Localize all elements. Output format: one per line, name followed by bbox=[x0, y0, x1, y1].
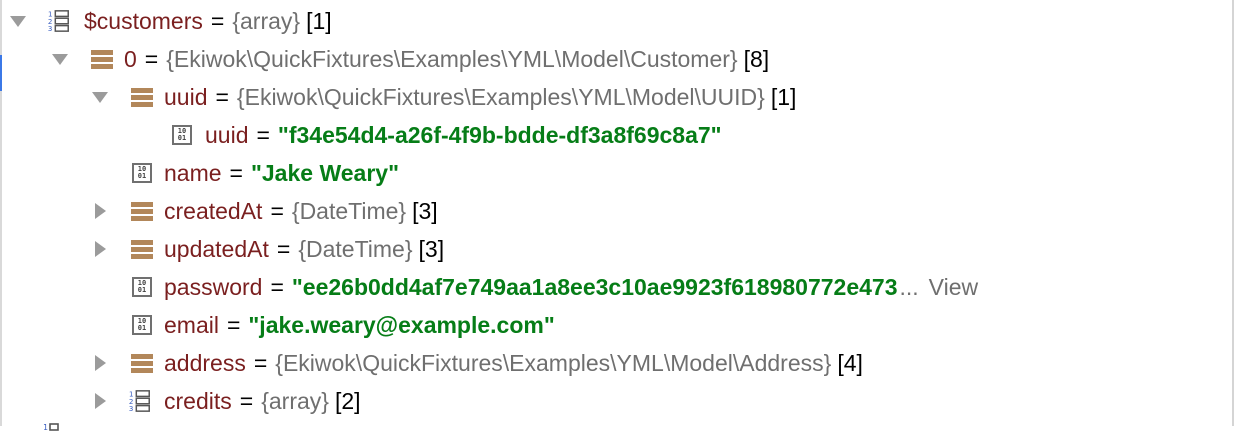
equals-sign: = bbox=[215, 83, 229, 110]
child-count: [3] bbox=[412, 197, 438, 224]
variable-label: name = "Jake Weary" bbox=[164, 160, 399, 187]
debugger-variables-tree: 1 2 3 $customers = {array} [1] 0 = {Ekiw… bbox=[0, 0, 1232, 420]
variable-label: uuid = "f34e54d4-a26f-4f9b-bdde-df3a8f69… bbox=[205, 122, 722, 149]
tree-row-uuid-object[interactable]: uuid = {Ekiwok\QuickFixtures\Examples\YM… bbox=[0, 78, 1232, 116]
svg-text:3: 3 bbox=[48, 24, 52, 33]
tree-row-customers[interactable]: 1 2 3 $customers = {array} [1] bbox=[0, 2, 1232, 40]
view-value-link[interactable]: View bbox=[929, 274, 978, 301]
array-icon: 1 2 3 bbox=[47, 9, 71, 33]
variable-type: {Ekiwok\QuickFixtures\Examples\YML\Model… bbox=[236, 83, 765, 110]
svg-text:3: 3 bbox=[129, 404, 133, 413]
variable-label: address = {Ekiwok\QuickFixtures\Examples… bbox=[164, 350, 863, 377]
primitive-icon: 10 01 bbox=[130, 161, 154, 185]
equals-sign: = bbox=[270, 273, 284, 300]
tree-row-email[interactable]: 10 01 email = "jake.weary@example.com" bbox=[0, 306, 1232, 344]
primitive-icon: 10 01 bbox=[170, 123, 194, 147]
variable-label: email = "jake.weary@example.com" bbox=[164, 312, 555, 339]
tree-row-customer-0[interactable]: 0 = {Ekiwok\QuickFixtures\Examples\YML\M… bbox=[0, 40, 1232, 78]
string-value: "ee26b0dd4af7e749aa1a8ee3c10ae9923f61898… bbox=[291, 273, 898, 300]
svg-text:1: 1 bbox=[43, 423, 48, 432]
primitive-icon: 10 01 bbox=[130, 275, 154, 299]
equals-sign: = bbox=[270, 197, 284, 224]
variable-name: $customers bbox=[84, 7, 203, 34]
variable-type: {Ekiwok\QuickFixtures\Examples\YML\Model… bbox=[166, 45, 738, 72]
object-icon bbox=[130, 237, 154, 261]
variable-name: name bbox=[164, 159, 222, 186]
variable-type: {DateTime} bbox=[291, 197, 407, 224]
tree-row-address[interactable]: address = {Ekiwok\QuickFixtures\Examples… bbox=[0, 344, 1232, 382]
variable-type: {DateTime} bbox=[298, 235, 413, 262]
triangle-right-icon[interactable] bbox=[91, 392, 109, 410]
variable-name: uuid bbox=[164, 83, 208, 110]
variable-type: {Ekiwok\QuickFixtures\Examples\YML\Model… bbox=[275, 349, 832, 376]
variable-name: address bbox=[164, 349, 246, 376]
equals-sign: = bbox=[256, 121, 270, 148]
variable-label: createdAt = {DateTime} [3] bbox=[164, 198, 438, 225]
primitive-icon: 10 01 bbox=[130, 313, 154, 337]
string-value: "jake.weary@example.com" bbox=[248, 311, 555, 338]
string-value: "Jake Weary" bbox=[250, 159, 399, 186]
child-count: [2] bbox=[334, 387, 361, 414]
equals-sign: = bbox=[276, 235, 291, 262]
variable-name: password bbox=[164, 273, 263, 300]
variable-type: {array} bbox=[232, 7, 301, 34]
variable-label: credits = {array} [2] bbox=[164, 388, 361, 415]
variable-label: 0 = {Ekiwok\QuickFixtures\Examples\YML\M… bbox=[124, 46, 769, 73]
variable-name: 0 bbox=[124, 45, 137, 72]
tree-row-createdat[interactable]: createdAt = {DateTime} [3] bbox=[0, 192, 1232, 230]
equals-sign: = bbox=[229, 159, 243, 186]
tree-row-uuid-value[interactable]: 10 01 uuid = "f34e54d4-a26f-4f9b-bdde-df3… bbox=[0, 116, 1232, 154]
triangle-down-icon[interactable] bbox=[51, 50, 69, 68]
triangle-down-icon[interactable] bbox=[91, 88, 109, 106]
tree-row-name[interactable]: 10 01 name = "Jake Weary" bbox=[0, 154, 1232, 192]
array-icon: 1 bbox=[30, 422, 60, 434]
variable-name: email bbox=[164, 311, 219, 338]
child-count: [1] bbox=[770, 83, 797, 110]
triangle-right-icon[interactable] bbox=[91, 240, 109, 258]
variable-name: credits bbox=[164, 387, 232, 414]
variable-label: uuid = {Ekiwok\QuickFixtures\Examples\YM… bbox=[164, 84, 796, 111]
equals-sign: = bbox=[253, 349, 268, 376]
truncation-ellipsis: ... bbox=[899, 273, 919, 300]
triangle-right-icon[interactable] bbox=[91, 202, 109, 220]
variable-label: password = "ee26b0dd4af7e749aa1a8ee3c10a… bbox=[164, 274, 978, 301]
variable-label: $customers = {array} [1] bbox=[84, 8, 332, 35]
variable-label: updatedAt = {DateTime} [3] bbox=[164, 236, 444, 263]
child-count: [1] bbox=[306, 7, 332, 34]
equals-sign: = bbox=[210, 7, 225, 34]
variable-name: uuid bbox=[205, 121, 249, 148]
equals-sign: = bbox=[144, 45, 159, 72]
equals-sign: = bbox=[239, 387, 254, 414]
tree-row-password[interactable]: 10 01 password = "ee26b0dd4af7e749aa1a8ee… bbox=[0, 268, 1232, 306]
triangle-down-icon[interactable] bbox=[9, 12, 27, 30]
variable-type: {array} bbox=[261, 387, 329, 414]
child-count: [4] bbox=[837, 349, 863, 376]
tree-row-updatedat[interactable]: updatedAt = {DateTime} [3] bbox=[0, 230, 1232, 268]
object-icon bbox=[130, 351, 154, 375]
string-value: "f34e54d4-a26f-4f9b-bdde-df3a8f69c8a7" bbox=[277, 121, 722, 148]
child-count: [8] bbox=[743, 45, 770, 72]
object-icon bbox=[90, 47, 114, 71]
array-icon: 1 2 3 bbox=[128, 389, 152, 413]
equals-sign: = bbox=[226, 311, 241, 338]
object-icon bbox=[130, 199, 154, 223]
tree-row-credits[interactable]: 1 2 3 credits = {array} [2] bbox=[0, 382, 1232, 420]
variable-name: updatedAt bbox=[164, 235, 269, 262]
child-count: [3] bbox=[418, 235, 445, 262]
variable-name: createdAt bbox=[164, 197, 263, 224]
triangle-right-icon[interactable] bbox=[91, 354, 109, 372]
object-icon bbox=[130, 85, 154, 109]
